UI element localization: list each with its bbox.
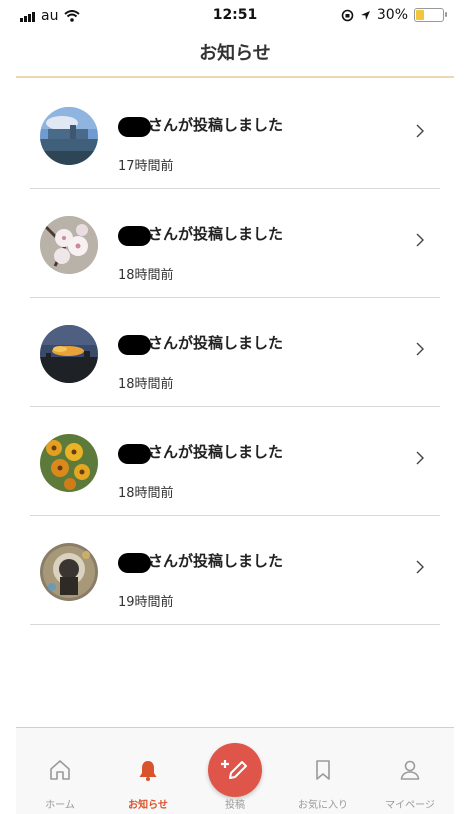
notification-title: さんが投稿しました (148, 334, 284, 352)
notification-title: さんが投稿しました (148, 116, 284, 134)
orientation-lock-icon (341, 9, 354, 21)
tab-label: ホーム (45, 800, 75, 811)
bell-icon (139, 761, 157, 781)
avatar (40, 107, 98, 165)
notification-item[interactable]: さんが投稿しました 18時間前 (30, 407, 440, 516)
tab-label: お気に入り (298, 800, 348, 811)
post-pencil-icon (221, 760, 247, 779)
notification-time: 18時間前 (118, 377, 174, 392)
notification-time: 17時間前 (118, 159, 174, 174)
redacted-username (118, 226, 151, 246)
avatar (40, 216, 98, 274)
chevron-right-icon (416, 560, 424, 574)
tab-post[interactable]: 投稿 (191, 728, 279, 814)
avatar (40, 543, 98, 601)
chevron-right-icon (416, 124, 424, 138)
tab-label: お知らせ (128, 800, 168, 811)
status-right: 30% (341, 7, 447, 23)
status-bar: au 12:51 30% (16, 0, 454, 32)
notification-item[interactable]: さんが投稿しました 19時間前 (30, 516, 440, 625)
notification-item[interactable]: さんが投稿しました 18時間前 (30, 189, 440, 298)
avatar (40, 325, 98, 383)
chevron-right-icon (416, 233, 424, 247)
bookmark-icon (316, 760, 330, 780)
battery-level (416, 10, 424, 20)
battery-icon (414, 8, 447, 22)
home-icon (50, 760, 70, 780)
post-button[interactable] (208, 743, 262, 797)
notification-time: 18時間前 (118, 268, 174, 283)
user-icon (400, 760, 420, 780)
location-icon (360, 10, 370, 20)
redacted-username (118, 117, 151, 137)
notification-item[interactable]: さんが投稿しました 18時間前 (30, 298, 440, 407)
notification-title: さんが投稿しました (148, 443, 284, 461)
tab-favorites[interactable]: お気に入り (279, 728, 367, 814)
notification-title: さんが投稿しました (148, 552, 284, 570)
tab-bar: ホーム お知らせ 投稿 お気に入り マイページ (16, 727, 454, 814)
redacted-username (118, 335, 151, 355)
chevron-right-icon (416, 451, 424, 465)
tab-mypage[interactable]: マイページ (366, 728, 454, 814)
page-title: お知らせ (199, 43, 271, 64)
app-screen: au 12:51 30% お知らせ さんが投稿しました 17時間前 さんが投稿し… (16, 0, 454, 814)
avatar (40, 434, 98, 492)
notification-list: さんが投稿しました 17時間前 さんが投稿しました 18時間前 さんが投稿しまし… (30, 80, 440, 625)
chevron-right-icon (416, 342, 424, 356)
tab-notifications[interactable]: お知らせ (104, 728, 192, 814)
tab-label: マイページ (385, 800, 435, 811)
redacted-username (118, 444, 151, 464)
battery-percent: 30% (376, 7, 408, 23)
tab-home[interactable]: ホーム (16, 728, 104, 814)
tab-label: 投稿 (225, 800, 245, 811)
notification-time: 18時間前 (118, 486, 174, 501)
notification-item[interactable]: さんが投稿しました 17時間前 (30, 80, 440, 189)
nav-header: お知らせ (16, 32, 454, 78)
redacted-username (118, 553, 151, 573)
notification-title: さんが投稿しました (148, 225, 284, 243)
notification-time: 19時間前 (118, 595, 174, 610)
